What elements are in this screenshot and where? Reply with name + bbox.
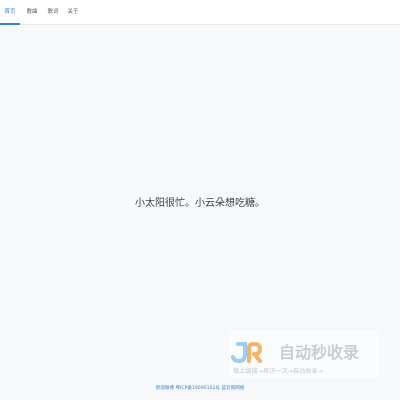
- nav-item-lyrics[interactable]: 歌词: [44, 0, 62, 25]
- active-tab-indicator: [0, 23, 20, 25]
- page: 首页 歌曲 歌词 关于 小太阳很忙。小云朵想吃糖。 自动秒收录 做上链接→来访一…: [0, 0, 400, 400]
- watermark-logo: 自动秒收录 做上链接→来访一次→自动收录→: [231, 342, 359, 375]
- top-navigation-bar: 首页 歌曲 歌词 关于: [0, 0, 400, 25]
- nav-item-songs[interactable]: 歌曲: [20, 0, 44, 25]
- watermark-slogan: 做上链接→来访一次→自动收录→: [233, 367, 323, 375]
- hero-message: 小太阳很忙。小云朵想吃糖。: [135, 198, 265, 209]
- nav-item-about[interactable]: 关于: [62, 0, 84, 25]
- watermark-badge[interactable]: 自动秒收录 做上链接→来访一次→自动收录→: [229, 330, 379, 378]
- watermark-title: 自动秒收录: [279, 343, 359, 362]
- nav-item-home[interactable]: 首页: [0, 0, 20, 25]
- footer-links[interactable]: 新浪微博 粤ICP备19090102号 蓝云照网络: [0, 385, 400, 393]
